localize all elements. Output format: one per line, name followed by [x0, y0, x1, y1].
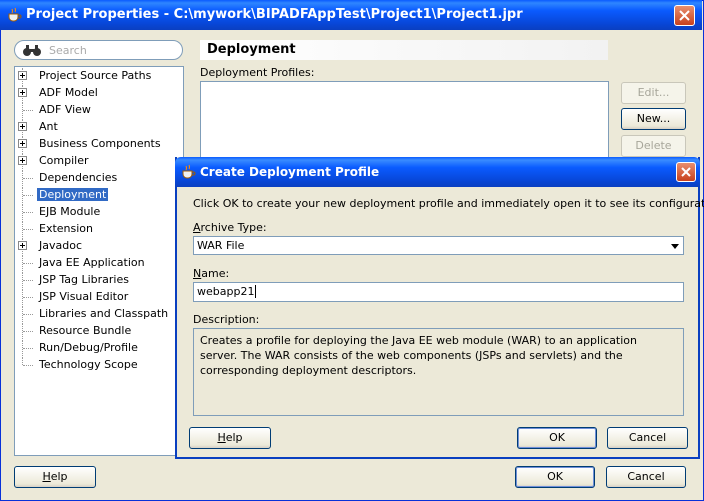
tree-item[interactable]: JSP Tag Libraries [15, 272, 183, 288]
tree-item-label: JSP Tag Libraries [39, 273, 129, 286]
window-titlebar[interactable]: Project Properties - C:\mywork\BIPADFApp… [0, 0, 702, 30]
dialog-title: Create Deployment Profile [200, 165, 380, 179]
expand-plus-icon[interactable] [18, 156, 27, 165]
ok-button[interactable]: OK [515, 466, 595, 488]
tree-connector [23, 365, 33, 366]
dialog-close-button[interactable] [676, 162, 696, 182]
profiles-label: Deployment Profiles: [200, 66, 314, 79]
tree-connector [23, 212, 33, 213]
tree-item[interactable]: Resource Bundle [15, 323, 183, 339]
dialog-help-button[interactable]: Help [189, 427, 271, 449]
search-field[interactable]: Search [14, 40, 183, 60]
tree-connector [23, 263, 33, 264]
tree-item-label: Deployment [37, 188, 109, 201]
tree-connector [23, 280, 33, 281]
cancel-button[interactable]: Cancel [606, 466, 686, 488]
chevron-down-icon [671, 244, 679, 249]
description-label: Description: [193, 313, 260, 326]
tree-item[interactable]: EJB Module [15, 204, 183, 220]
cup-icon [8, 7, 22, 22]
archive-type-label-rest: rchive Type: [200, 221, 267, 234]
tree-item-label: ADF View [39, 103, 91, 116]
tree-item[interactable]: Project Source Paths [15, 68, 183, 84]
tree-item[interactable]: Run/Debug/Profile [15, 340, 183, 356]
search-placeholder: Search [49, 44, 87, 57]
tree-item[interactable]: Extension [15, 221, 183, 237]
tree-item-label: Resource Bundle [39, 324, 132, 337]
archive-type-label: Archive Type: [193, 221, 267, 234]
tree-item-label: Project Source Paths [39, 69, 152, 82]
description-text: Creates a profile for deploying the Java… [200, 334, 638, 377]
deployment-profiles-list[interactable] [200, 81, 609, 161]
dialog-help-label: Help [217, 431, 243, 444]
tree-item[interactable]: Technology Scope [15, 357, 183, 373]
tree-item[interactable]: ADF Model [15, 85, 183, 101]
dialog-titlebar[interactable]: Create Deployment Profile [175, 157, 700, 187]
tree-item[interactable]: Compiler [15, 153, 183, 169]
description-box: Creates a profile for deploying the Java… [193, 328, 684, 416]
expand-plus-icon[interactable] [18, 71, 27, 80]
archive-type-select[interactable]: WAR File [193, 236, 684, 255]
close-icon [681, 167, 691, 177]
text-caret [255, 285, 257, 298]
tree-item-label: Run/Debug/Profile [39, 341, 138, 354]
panel-title: Deployment [207, 42, 296, 57]
tree-item-label: Java EE Application [39, 256, 145, 269]
help-button[interactable]: Help [14, 466, 96, 488]
tree-connector [23, 314, 33, 315]
tree-item[interactable]: Ant [15, 119, 183, 135]
tree-item-label: Ant [39, 120, 58, 133]
expand-plus-icon[interactable] [18, 241, 27, 250]
tree-item[interactable]: ADF View [15, 102, 183, 118]
dialog-cancel-button[interactable]: Cancel [607, 427, 688, 449]
tree-connector [23, 178, 33, 179]
name-value: webapp21 [197, 285, 255, 298]
tree-item-label: Extension [39, 222, 94, 235]
name-label: Name: [193, 267, 230, 280]
tree-item-label: Javadoc [39, 239, 82, 252]
tree-item[interactable]: Dependencies [15, 170, 183, 186]
window-title: Project Properties - C:\mywork\BIPADFApp… [26, 7, 523, 22]
tree-item[interactable]: Java EE Application [15, 255, 183, 271]
tree-item[interactable]: Javadoc [15, 238, 183, 254]
tree-item-label: EJB Module [39, 205, 101, 218]
profiles-label-text: Deployment Profiles: [200, 66, 315, 79]
name-input[interactable]: webapp21 [193, 282, 684, 302]
tree-item-label: ADF Model [39, 86, 98, 99]
category-tree[interactable]: Project Source Paths ADF Model ADF View Ant… [14, 66, 184, 456]
tree-guide-line [22, 357, 23, 365]
tree-item-label: JSP Visual Editor [39, 290, 129, 303]
expand-plus-icon[interactable] [18, 88, 27, 97]
panel-header: Deployment [200, 40, 608, 60]
help-button-label: Help [42, 470, 68, 483]
tree-connector [23, 110, 33, 111]
edit-button[interactable]: Edit... [621, 82, 686, 104]
tree-connector [23, 348, 33, 349]
tree-item-label: Compiler [39, 154, 89, 167]
tree-item[interactable]: Libraries and Classpath [15, 306, 183, 322]
delete-button[interactable]: Delete [621, 135, 686, 157]
tree-item-label: Technology Scope [39, 358, 138, 371]
cup-icon [182, 164, 196, 179]
tree-connector [23, 195, 33, 196]
dialog-ok-button[interactable]: OK [517, 427, 597, 449]
tree-connector [23, 229, 33, 230]
close-icon [679, 10, 690, 21]
window-close-button[interactable] [674, 5, 695, 26]
dialog-intro-text: Click OK to create your new deployment p… [193, 197, 704, 210]
tree-item[interactable]: Deployment [15, 187, 183, 203]
new-button[interactable]: New... [621, 108, 686, 130]
name-label-rest: ame: [201, 267, 230, 280]
tree-connector [23, 331, 33, 332]
binoculars-icon [23, 45, 41, 56]
tree-connector [23, 297, 33, 298]
tree-item[interactable]: Business Components [15, 136, 183, 152]
archive-type-value: WAR File [197, 239, 245, 252]
tree-item-label: Business Components [39, 137, 161, 150]
tree-item-label: Libraries and Classpath [39, 307, 169, 320]
tree-item[interactable]: JSP Visual Editor [15, 289, 183, 305]
expand-plus-icon[interactable] [18, 139, 27, 148]
expand-plus-icon[interactable] [18, 122, 27, 131]
tree-item-label: Dependencies [39, 171, 118, 184]
